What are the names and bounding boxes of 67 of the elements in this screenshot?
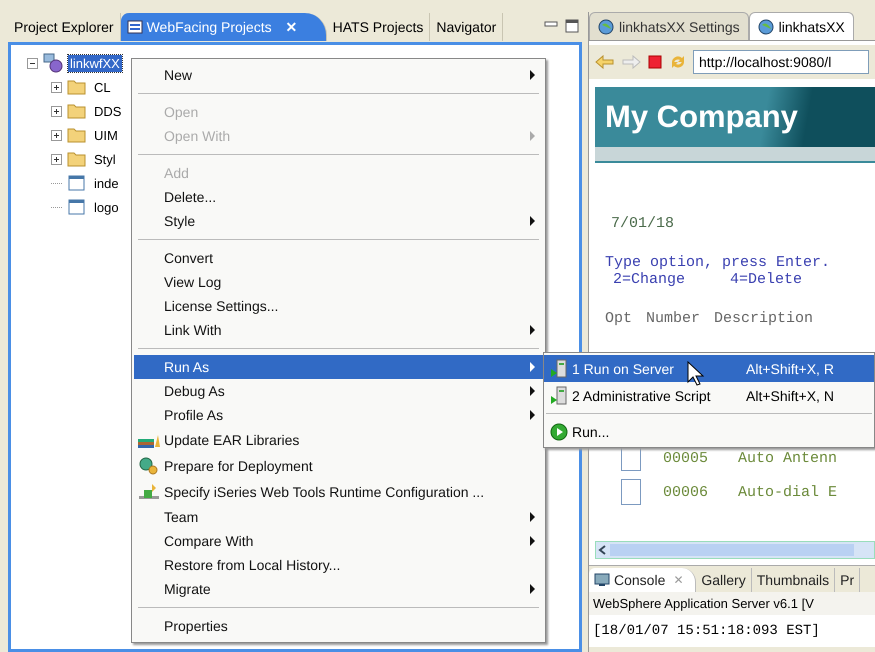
date-text: 7/01/18: [610, 215, 676, 232]
tree-item[interactable]: inde: [92, 174, 121, 192]
address-field[interactable]: http://localhost:9080/l: [693, 50, 869, 74]
column-header: Number: [646, 310, 700, 327]
menu-item[interactable]: Properties: [134, 614, 543, 638]
menu-item[interactable]: Convert: [134, 246, 543, 270]
horizontal-scrollbar[interactable]: [595, 541, 875, 559]
expand-toggle[interactable]: [51, 130, 62, 140]
table-cell: Auto Antenn: [738, 450, 838, 466]
view-tab[interactable]: HATS Projects: [326, 13, 430, 41]
tree-item[interactable]: Styl: [92, 150, 118, 168]
view-tab[interactable]: Console ✕: [589, 568, 696, 592]
console-output: [18/01/07 15:51:18:093 EST]: [589, 615, 875, 647]
mouse-cursor-icon: [687, 361, 705, 387]
expand-toggle[interactable]: [51, 82, 62, 92]
tree-item[interactable]: DDS: [92, 102, 124, 120]
monitor-icon: [594, 573, 610, 587]
table-cell: 00005: [663, 450, 708, 466]
project-icon: [42, 53, 64, 73]
menu-item[interactable]: Prepare for Deployment: [134, 453, 543, 479]
view-tab[interactable]: Navigator: [430, 13, 504, 41]
menu-item[interactable]: License Settings...: [134, 294, 543, 318]
menu-item[interactable]: Compare With: [134, 529, 543, 553]
view-tab[interactable]: WebFacing Projects ✕: [120, 13, 327, 41]
menu-item[interactable]: New: [134, 63, 543, 87]
list-icon: [126, 20, 143, 34]
menu-item[interactable]: 1 Run on Server Alt+Shift+X, R: [544, 355, 874, 382]
column-header: Description: [714, 310, 814, 327]
menu-item[interactable]: Team: [134, 505, 543, 529]
option-input[interactable]: [621, 479, 641, 505]
close-icon[interactable]: ✕: [286, 19, 298, 35]
run-icon: [550, 422, 568, 440]
menu-item[interactable]: View Log: [134, 270, 543, 294]
table-cell: 00006: [663, 484, 708, 500]
stop-icon[interactable]: [647, 54, 663, 70]
server-label: WebSphere Application Server v6.1 [V: [589, 592, 875, 615]
tree-item[interactable]: UIM: [92, 126, 120, 144]
expand-toggle[interactable]: [51, 154, 62, 164]
table-cell: Auto-dial E: [738, 484, 838, 500]
banner-title: My Company: [605, 99, 798, 135]
menu-item[interactable]: Migrate: [134, 577, 543, 601]
globe-icon: [598, 18, 614, 34]
option-text: 4=Delete: [730, 271, 802, 288]
option-text: 2=Change: [613, 271, 686, 288]
editor-tab[interactable]: linkhatsXX Settings: [589, 12, 749, 40]
menu-item[interactable]: Debug As: [134, 379, 543, 403]
menu-item[interactable]: Style: [134, 209, 543, 233]
expand-toggle[interactable]: [51, 106, 62, 116]
menu-item[interactable]: Update EAR Libraries: [134, 427, 543, 453]
tree-item[interactable]: CL: [92, 78, 113, 96]
column-header: Opt: [605, 310, 632, 327]
tree-item[interactable]: linkwfXX: [68, 54, 122, 72]
menu-item[interactable]: Link With: [134, 318, 543, 342]
tree-item[interactable]: logo: [92, 198, 121, 216]
menu-item[interactable]: Delete...: [134, 185, 543, 209]
menu-item[interactable]: Profile As: [134, 403, 543, 427]
globe-icon: [758, 18, 774, 34]
menu-item[interactable]: Run As: [134, 355, 543, 379]
collapse-toggle[interactable]: [27, 58, 38, 68]
menu-item[interactable]: Run...: [544, 418, 874, 445]
menu-item[interactable]: 2 Administrative Script Alt+Shift+X, N: [544, 382, 874, 409]
server-icon: [550, 358, 568, 378]
instruction-text: Type option, press Enter.: [605, 254, 830, 271]
editor-tab[interactable]: linkhatsXX: [748, 12, 854, 40]
server-icon: [550, 386, 568, 406]
menu-item[interactable]: Specify iSeries Web Tools Runtime Configuration ...: [134, 479, 543, 505]
menu-item[interactable]: Restore from Local History...: [134, 553, 543, 577]
